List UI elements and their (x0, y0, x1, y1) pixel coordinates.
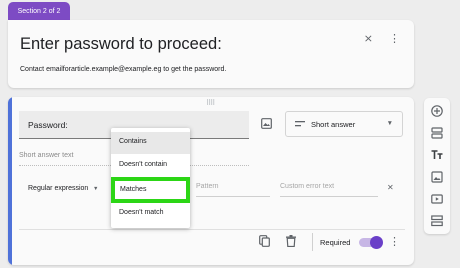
validation-dropdown-menu: Contains Doesn't contain Matches Doesn't… (111, 128, 190, 228)
question-title-text: Password: (28, 120, 68, 130)
question-type-label: Short answer (311, 120, 356, 129)
dropdown-option-label: Doesn't contain (119, 161, 168, 168)
short-answer-icon (295, 121, 305, 127)
pattern-input[interactable]: Pattern (196, 183, 270, 197)
active-accent-bar (8, 97, 12, 265)
close-icon[interactable]: ✕ (387, 183, 394, 192)
section-title[interactable]: Enter password to proceed: (20, 35, 222, 54)
side-toolbar (424, 98, 450, 234)
drag-handle-icon[interactable]: ⠿⠿ (206, 99, 215, 107)
add-question-icon[interactable] (431, 105, 443, 117)
toggle-knob (370, 236, 383, 249)
footer-separator (312, 233, 313, 251)
import-questions-icon[interactable] (431, 127, 443, 139)
more-vert-icon[interactable]: ⋮ (389, 34, 400, 45)
dropdown-option-contains[interactable]: Contains (111, 132, 190, 154)
dropdown-option-matches[interactable]: Matches (111, 177, 190, 203)
validation-type-select[interactable]: Regular expression (28, 185, 88, 192)
dropdown-option-doesnt-match[interactable]: Doesn't match (111, 203, 190, 225)
collapse-icon[interactable]: ⨯ (364, 34, 373, 45)
section-description[interactable]: Contact emailforarticle.example@example.… (20, 66, 226, 73)
question-type-select[interactable]: Short answer ▼ (285, 111, 403, 137)
custom-error-input[interactable]: Custom error text (280, 183, 378, 197)
more-vert-icon[interactable]: ⋮ (389, 235, 400, 248)
section-tab: Section 2 of 2 (8, 2, 70, 20)
dropdown-option-doesnt-contain[interactable]: Doesn't contain (111, 155, 190, 177)
add-title-icon[interactable] (431, 149, 443, 161)
chevron-down-icon: ▼ (386, 120, 393, 127)
dropdown-option-label: Contains (119, 138, 147, 145)
footer-divider (19, 229, 405, 230)
add-section-icon[interactable] (431, 215, 443, 227)
required-label: Required (320, 238, 351, 247)
dropdown-option-label: Doesn't match (119, 209, 164, 216)
add-video-icon[interactable] (431, 193, 443, 205)
duplicate-icon[interactable] (259, 235, 270, 247)
required-toggle[interactable] (359, 236, 383, 249)
section-header-card: Enter password to proceed: Contact email… (8, 20, 414, 88)
chevron-down-icon[interactable]: ▼ (93, 186, 98, 192)
question-card: ⠿⠿ Password: Short answer ▼ Short answer… (8, 97, 414, 265)
delete-icon[interactable] (286, 235, 296, 247)
dropdown-option-label: Matches (120, 186, 147, 193)
add-image-icon[interactable] (261, 118, 272, 129)
add-image-icon[interactable] (431, 171, 443, 183)
